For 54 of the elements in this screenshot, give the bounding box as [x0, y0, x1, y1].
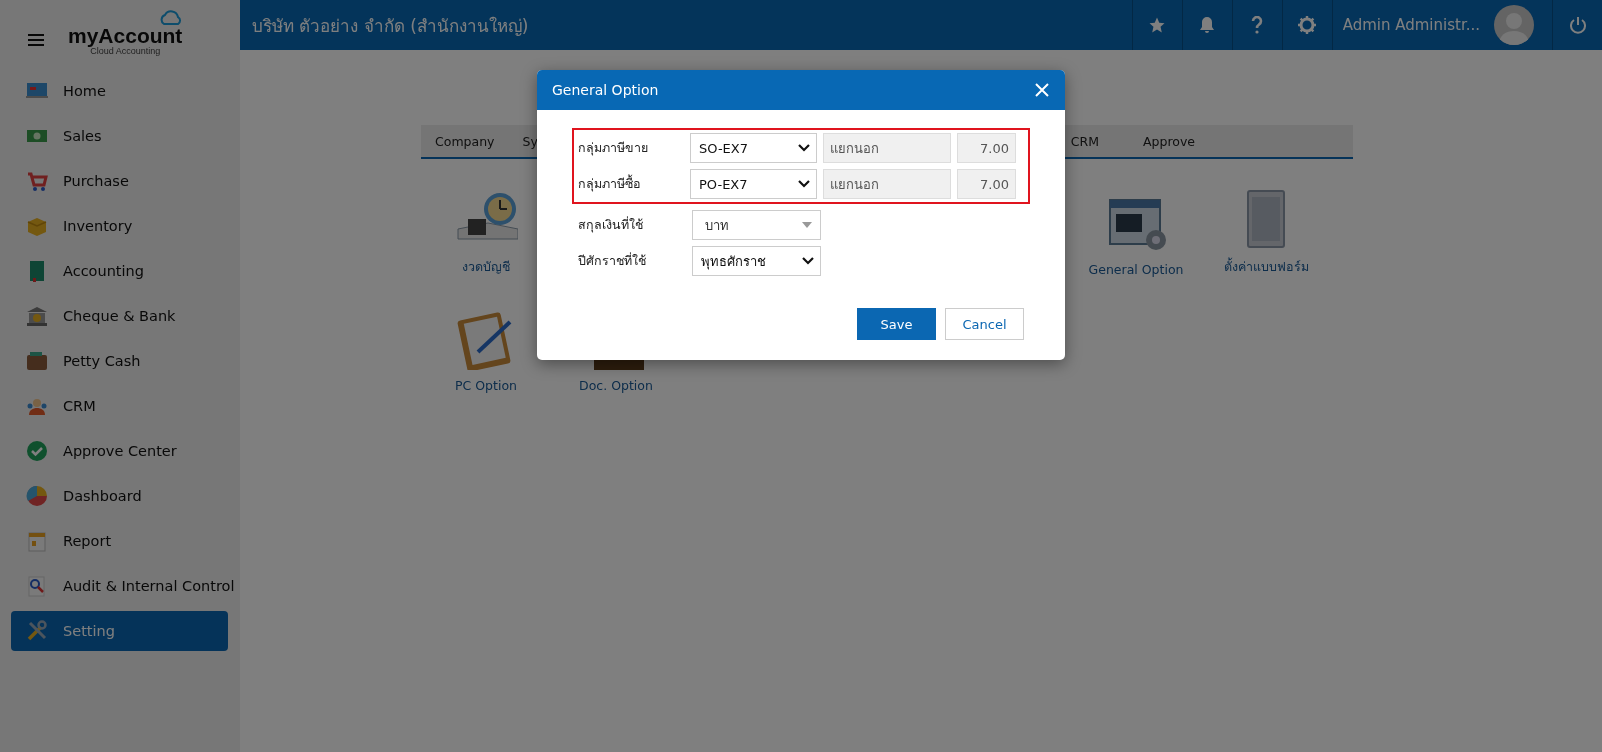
- chevron-down-icon: [797, 144, 810, 152]
- tax-type-field: แยกนอก: [822, 169, 951, 199]
- sidebar-item[interactable]: Setting: [11, 611, 228, 651]
- caret-icon: [802, 222, 812, 228]
- sidebar-item[interactable]: Cheque & Bank: [11, 293, 240, 338]
- sidebar-item[interactable]: Dashboard: [11, 473, 240, 518]
- save-button[interactable]: Save: [857, 308, 936, 340]
- chevron-down-icon: [797, 180, 810, 188]
- tax-group-select[interactable]: SO-EX7: [690, 133, 817, 163]
- sidebar-item[interactable]: Approve Center: [11, 428, 240, 473]
- tax-group-select[interactable]: PO-EX7: [690, 169, 817, 199]
- star-icon: [1148, 16, 1167, 34]
- power-icon: [1569, 16, 1586, 34]
- avatar[interactable]: [1494, 5, 1534, 45]
- sidebar-item[interactable]: Accounting: [11, 248, 240, 293]
- settings-icon: [1297, 15, 1318, 35]
- field-label: กลุ่มภาษีขาย: [578, 139, 649, 158]
- question-icon: [1251, 16, 1264, 34]
- logo-name: myAccount: [68, 24, 183, 46]
- user-name[interactable]: Admin Administr...: [1331, 0, 1494, 50]
- menu-icon[interactable]: [28, 34, 44, 46]
- sidebar-item[interactable]: Report: [11, 518, 240, 563]
- field-label: กลุ่มภาษีซื้อ: [578, 174, 642, 194]
- close-button[interactable]: [1035, 83, 1049, 97]
- chevron-down-icon: [802, 257, 814, 265]
- cancel-button[interactable]: Cancel: [945, 308, 1024, 340]
- sidebar-item[interactable]: Petty Cash: [11, 338, 240, 383]
- sidebar-item[interactable]: CRM: [11, 383, 240, 428]
- settings-tab[interactable]: Approve: [1120, 133, 1217, 149]
- era-select[interactable]: พุทธศักราช: [692, 246, 821, 276]
- setting-label[interactable]: General Option: [1088, 262, 1184, 277]
- setting-label[interactable]: Doc. Option: [579, 378, 653, 393]
- tools-icon: [25, 619, 49, 643]
- field-label: สกุลเงินที่ใช้: [578, 215, 644, 235]
- check-circle-icon: [25, 438, 49, 463]
- tax-type-field: แยกนอก: [822, 133, 951, 163]
- dialog-title: General Option: [552, 82, 659, 98]
- field-label: ปีศักราชที่ใช้: [578, 251, 647, 270]
- sidebar-item[interactable]: Sales: [11, 113, 240, 158]
- tax-rate-field: 7.00: [956, 133, 1016, 163]
- setting-label[interactable]: ตั้งค่าแบบฟอร์ม: [1223, 257, 1309, 277]
- pie-chart-icon: [25, 483, 49, 508]
- sidebar-item[interactable]: Audit & Internal Control: [11, 563, 240, 608]
- company-name: บริษัท ตัวอย่าง จำกัด (สำนักงานใหญ่): [251, 14, 530, 38]
- setting-label[interactable]: PC Option: [455, 378, 517, 393]
- sidebar-item[interactable]: Home: [11, 68, 240, 113]
- currency-select[interactable]: บาท: [692, 210, 821, 240]
- setting-label[interactable]: งวดบัญชี: [462, 257, 510, 277]
- close-icon: [1035, 83, 1049, 97]
- sidebar-item[interactable]: Inventory: [11, 203, 240, 248]
- bell-icon: [1199, 16, 1216, 34]
- sidebar-item[interactable]: Purchase: [11, 158, 240, 203]
- settings-tab[interactable]: Company: [421, 133, 509, 149]
- tax-rate-field: 7.00: [956, 169, 1016, 199]
